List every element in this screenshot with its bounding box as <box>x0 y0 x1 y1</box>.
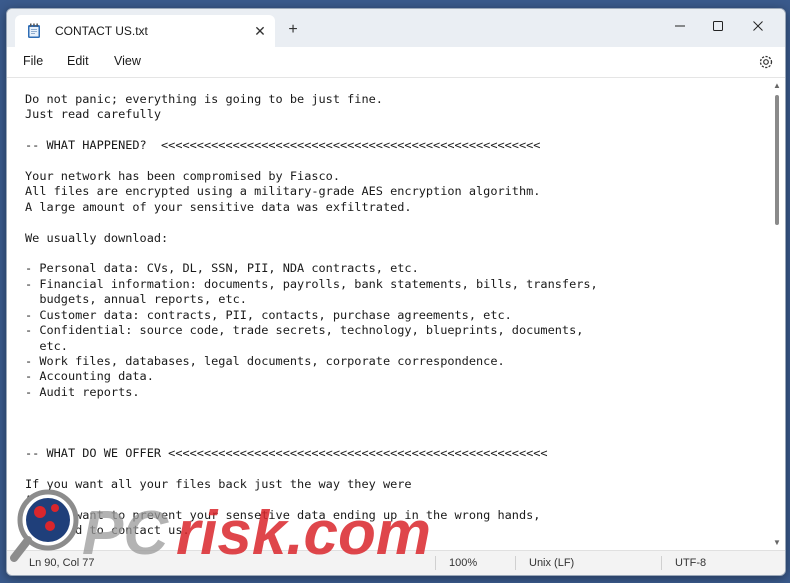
zoom-level[interactable]: 100% <box>449 557 477 569</box>
line-ending[interactable]: Unix (LF) <box>529 557 574 569</box>
close-icon <box>753 21 763 31</box>
status-bar: Ln 90, Col 77 100% Unix (LF) UTF-8 <box>7 550 785 575</box>
maximize-icon <box>713 21 723 31</box>
minimize-icon <box>675 25 685 27</box>
text-editor[interactable]: Do not panic; everything is going to be … <box>7 78 785 551</box>
title-bar[interactable]: CONTACT US.txt ✕ + <box>7 9 785 47</box>
tab-contact-us[interactable]: CONTACT US.txt ✕ <box>15 15 275 47</box>
minimize-button[interactable] <box>665 13 695 39</box>
maximize-button[interactable] <box>703 13 733 39</box>
scroll-thumb[interactable] <box>775 95 779 225</box>
menu-view[interactable]: View <box>114 54 141 68</box>
tab-close-icon[interactable]: ✕ <box>245 23 275 40</box>
notepad-window: CONTACT US.txt ✕ + File Edit View Do not… <box>6 8 786 576</box>
encoding[interactable]: UTF-8 <box>675 557 706 569</box>
status-divider <box>435 556 436 570</box>
menu-file[interactable]: File <box>23 54 43 68</box>
scroll-up-icon[interactable]: ▲ <box>772 81 782 91</box>
menu-edit[interactable]: Edit <box>67 54 89 68</box>
tab-title: CONTACT US.txt <box>55 24 148 38</box>
scroll-down-icon[interactable]: ▼ <box>772 538 782 548</box>
notepad-icon <box>28 23 40 38</box>
cursor-position[interactable]: Ln 90, Col 77 <box>29 557 94 569</box>
status-divider <box>515 556 516 570</box>
menu-bar: File Edit View <box>7 47 785 78</box>
close-button[interactable] <box>743 13 773 39</box>
vertical-scrollbar[interactable]: ▲ ▼ <box>772 81 782 548</box>
status-divider <box>661 556 662 570</box>
gear-icon[interactable] <box>757 53 775 71</box>
new-tab-button[interactable]: + <box>283 21 303 39</box>
editor-content[interactable]: Do not panic; everything is going to be … <box>25 92 765 539</box>
